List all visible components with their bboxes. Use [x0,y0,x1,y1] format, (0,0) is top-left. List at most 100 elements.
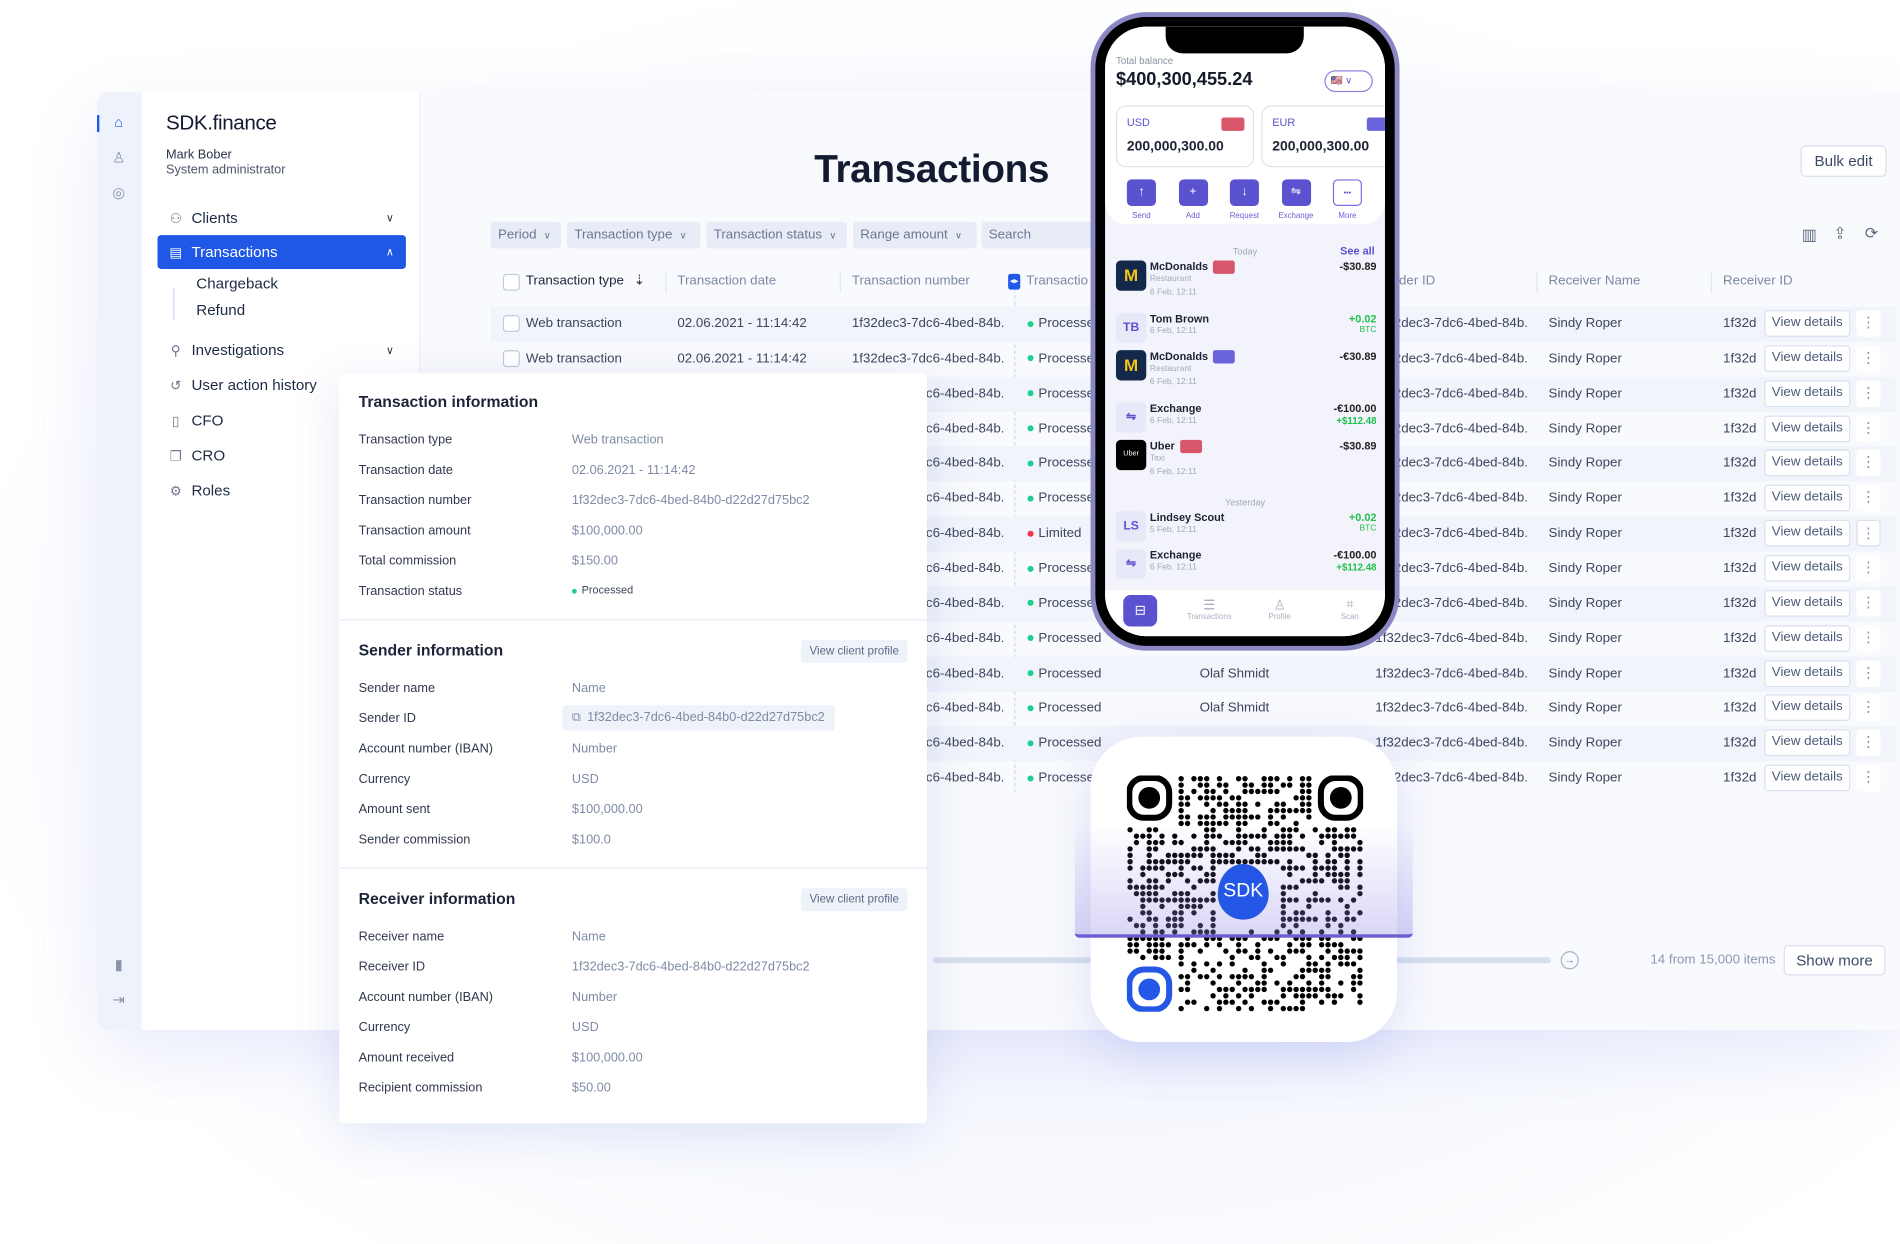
view-client-profile-button[interactable]: View client profile [800,888,908,912]
column-header[interactable]: Transaction number [852,274,970,289]
mobile-transaction-item[interactable]: Uber Uber Taxi 6 Feb, 12:11 -$30.89 [1115,439,1377,476]
send-action-button[interactable]: ↑ [1126,179,1156,206]
view-details-button[interactable]: View details [1764,554,1851,582]
copy-icon[interactable]: ⧉ [572,710,581,725]
pagination-summary: 14 from 15,000 items [1650,952,1776,967]
add-action-button[interactable]: + [1178,179,1208,206]
more-action-button[interactable]: ••• [1332,179,1362,206]
more-options-icon[interactable]: ⋮ [1856,519,1881,547]
column-header[interactable]: Receiver ID [1723,274,1793,289]
view-details-button[interactable]: View details [1764,484,1851,512]
more-options-icon[interactable]: ⋮ [1856,345,1881,372]
more-options-icon[interactable]: ⋮ [1856,764,1881,792]
see-all-link[interactable]: See all [1340,245,1375,257]
qr-module [1235,948,1242,954]
qr-module [1306,801,1312,807]
qr-module [1140,954,1146,961]
qr-module [1325,973,1331,980]
qr-module [1331,954,1338,961]
account-card-usd[interactable]: USD 200,000,300.00 [1115,105,1255,168]
more-options-icon[interactable]: ⋮ [1856,310,1881,337]
qr-module [1293,973,1299,980]
exchange-logo-icon: ⇋ [1115,548,1147,580]
mobile-tab-profile[interactable]: ♙ Profile [1252,597,1308,622]
detail-label: Receiver ID [358,959,426,975]
more-options-icon[interactable]: ⋮ [1856,554,1881,582]
cell-receiver-name: Sindy Roper [1548,630,1622,646]
qr-module [1223,782,1229,788]
mobile-screen: Total balance $400,300,455.24 🇺🇸 ∨ Today… [1105,26,1385,637]
view-details-button[interactable]: View details [1764,310,1851,337]
sdk-logo: SDK [1217,863,1269,920]
row-checkbox[interactable] [502,315,520,333]
view-details-button[interactable]: View details [1764,345,1851,372]
currency-selector[interactable]: 🇺🇸 ∨ [1324,70,1373,93]
qr-module [1223,807,1229,814]
mobile-transaction-item[interactable]: TB Tom Brown 6 Feb, 12:11 +0.02 BTC [1115,312,1377,349]
qr-module [1229,795,1235,801]
qr-module [1210,980,1216,986]
select-all-checkbox[interactable] [502,273,520,291]
scroll-right-icon[interactable]: → [1560,951,1579,970]
more-options-icon[interactable]: ⋮ [1856,380,1881,407]
mobile-transaction-item[interactable]: ⇋ Exchange 6 Feb, 12:11 -€100.00 +$112.48 [1115,548,1376,585]
view-details-button[interactable]: View details [1764,415,1851,442]
transaction-name: Exchange [1149,402,1202,415]
column-header[interactable]: Transaction type [526,274,624,289]
qr-module [1261,999,1267,1005]
qr-module [1325,993,1331,999]
qr-module [1204,801,1210,807]
sender-id-copy[interactable]: ⧉ 1f32dec3-7dc6-4bed-84b0-d22d27d75bc2 [562,705,835,731]
card-icon [1221,117,1245,131]
row-checkbox[interactable] [502,349,520,367]
mobile-transaction-item[interactable]: M McDonalds Restaurant 6 Feb, 12:11 -$30.89 [1115,260,1376,297]
more-options-icon[interactable]: ⋮ [1856,484,1881,512]
column-header[interactable]: Transaction date [677,274,776,289]
transaction-amount-secondary: BTC [1359,325,1377,335]
view-details-button[interactable]: View details [1764,764,1851,792]
more-options-icon[interactable]: ⋮ [1856,729,1881,757]
transaction-amount: -$30.89 [1339,439,1377,452]
view-details-button[interactable]: View details [1764,450,1851,477]
request-action-button[interactable]: ↓ [1229,179,1259,206]
wallet-tab-icon[interactable]: ⊟ [1123,594,1158,627]
view-details-button[interactable]: View details [1764,729,1851,757]
more-options-icon[interactable]: ⋮ [1856,694,1881,722]
account-card-eur[interactable]: EUR 200,000,300.00 [1261,105,1385,168]
mobile-tab-transactions[interactable]: ☰ Transactions [1181,597,1237,622]
more-options-icon[interactable]: ⋮ [1856,659,1881,687]
view-details-button[interactable]: View details [1764,519,1851,547]
qr-module [1146,942,1152,948]
qr-module [1127,942,1133,948]
mobile-tab-scan[interactable]: ⌗ Scan [1322,597,1378,621]
more-options-icon[interactable]: ⋮ [1856,415,1881,442]
view-details-button[interactable]: View details [1764,694,1851,722]
view-client-profile-button[interactable]: View client profile [800,639,908,663]
column-header[interactable]: Receiver Name [1549,274,1641,289]
detail-label: Transaction date [358,462,453,478]
view-details-button[interactable]: View details [1764,659,1851,687]
qr-module [1267,948,1274,954]
more-options-icon[interactable]: ⋮ [1856,589,1881,617]
exchange-icon: ⇋ [1290,185,1301,199]
sort-icon[interactable]: ⇣ [634,273,645,289]
view-details-button[interactable]: View details [1764,380,1851,407]
card-icon [1366,117,1385,131]
qr-module [1306,788,1312,795]
view-details-button[interactable]: View details [1764,624,1851,652]
more-options-icon[interactable]: ⋮ [1856,624,1881,652]
mobile-transaction-item[interactable]: ⇋ Exchange 6 Feb, 12:11 -€100.00 +$112.48 [1115,402,1376,438]
qr-module [1216,1005,1223,1012]
exchange-action-button[interactable]: ⇋ [1281,179,1311,206]
column-header[interactable]: Transactio [1026,274,1088,289]
view-details-button[interactable]: View details [1764,589,1851,617]
more-options-icon[interactable]: ⋮ [1856,450,1881,477]
column-resize-icon[interactable]: ◂▸ [1008,273,1021,290]
status-badge: Processed [1027,701,1173,715]
qr-module [1267,807,1274,814]
detail-value: USD [571,1020,599,1035]
cell-number: 1f32dec3-7dc6-4bed-84b... [851,316,1004,331]
show-more-button[interactable]: Show more [1783,945,1886,976]
mobile-transaction-item[interactable]: LS Lindsey Scout 5 Feb, 12:11 +0.02 BTC [1115,511,1376,547]
mobile-transaction-item[interactable]: M McDonalds Restaurant 6 Feb, 12:11 -€30.89 [1115,350,1376,387]
